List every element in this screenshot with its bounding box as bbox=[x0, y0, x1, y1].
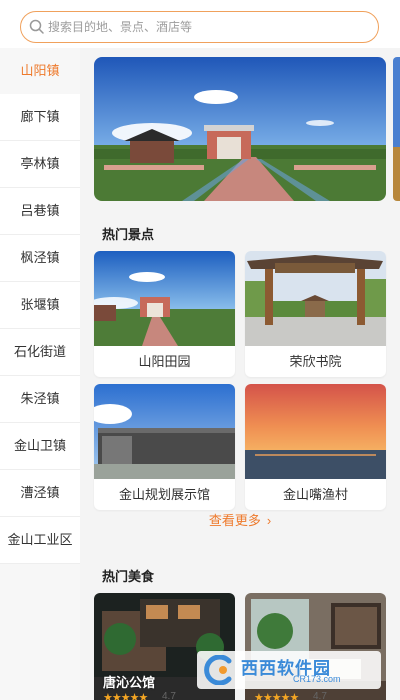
attraction-label: 荣欣书院 bbox=[289, 354, 342, 369]
sidebar-item-langxia[interactable]: 廊下镇 bbox=[0, 94, 80, 141]
view-more-link[interactable]: 查看更多 › bbox=[80, 510, 400, 529]
chevron-right-icon: › bbox=[266, 513, 272, 528]
search-input[interactable] bbox=[48, 17, 348, 37]
rating-value: 4.7 bbox=[162, 691, 176, 700]
town-sidebar: 山阳镇 廊下镇 亭林镇 吕巷镇 枫泾镇 张堰镇 石化街道 朱泾镇 金山卫镇 漕泾… bbox=[0, 48, 80, 700]
attractions-section-title: 热门景点 bbox=[102, 227, 155, 242]
attraction-label: 金山规划展示馆 bbox=[118, 487, 210, 502]
watermark-logo-icon bbox=[204, 655, 232, 685]
attraction-card[interactable]: 山阳田园 bbox=[94, 251, 235, 377]
attraction-label: 金山嘴渔村 bbox=[282, 487, 348, 502]
view-more-label: 查看更多 bbox=[208, 513, 261, 528]
header-bar bbox=[0, 0, 400, 48]
search-bar[interactable] bbox=[20, 11, 379, 43]
main-content: 热门景点 山阳田园 荣欣书院 金山规划展示馆 金山嘴渔村 查看更多 › 热门美食… bbox=[80, 48, 400, 700]
attraction-card[interactable]: 荣欣书院 bbox=[245, 251, 386, 377]
sidebar-item-shihua[interactable]: 石化街道 bbox=[0, 329, 80, 376]
sidebar-item-industrial-zone[interactable]: 金山工业区 bbox=[0, 517, 80, 564]
sidebar-item-shanyang[interactable]: 山阳镇 bbox=[0, 48, 80, 94]
food-section-title: 热门美食 bbox=[102, 569, 155, 584]
attraction-label: 山阳田园 bbox=[138, 354, 191, 369]
attraction-image bbox=[94, 384, 235, 479]
banner-image[interactable] bbox=[94, 57, 386, 201]
sidebar-item-zhangyan[interactable]: 张堰镇 bbox=[0, 282, 80, 329]
sidebar-item-fengjing[interactable]: 枫泾镇 bbox=[0, 235, 80, 282]
attraction-image bbox=[245, 384, 386, 479]
watermark-url: CR173.com bbox=[293, 674, 341, 684]
food-name: 唐沁公馆 bbox=[103, 675, 156, 690]
sidebar-item-zhujing[interactable]: 朱泾镇 bbox=[0, 376, 80, 423]
attraction-card[interactable]: 金山嘴渔村 bbox=[245, 384, 386, 510]
sidebar-item-jinshanwei[interactable]: 金山卫镇 bbox=[0, 423, 80, 470]
attraction-card[interactable]: 金山规划展示馆 bbox=[94, 384, 235, 510]
search-icon bbox=[29, 19, 44, 34]
banner-next-peek[interactable] bbox=[393, 57, 400, 201]
rating-value: 4.7 bbox=[313, 691, 327, 700]
star-rating-icon: ★★★★★ bbox=[103, 692, 148, 700]
star-rating-icon: ★★★★★ bbox=[254, 692, 299, 700]
attraction-image bbox=[245, 251, 386, 346]
sidebar-item-lvxiang[interactable]: 吕巷镇 bbox=[0, 188, 80, 235]
attraction-image bbox=[94, 251, 235, 346]
sidebar-item-caojing[interactable]: 漕泾镇 bbox=[0, 470, 80, 517]
sidebar-item-tinglin[interactable]: 亭林镇 bbox=[0, 141, 80, 188]
site-watermark: 西西软件园 CR173.com bbox=[197, 651, 381, 689]
